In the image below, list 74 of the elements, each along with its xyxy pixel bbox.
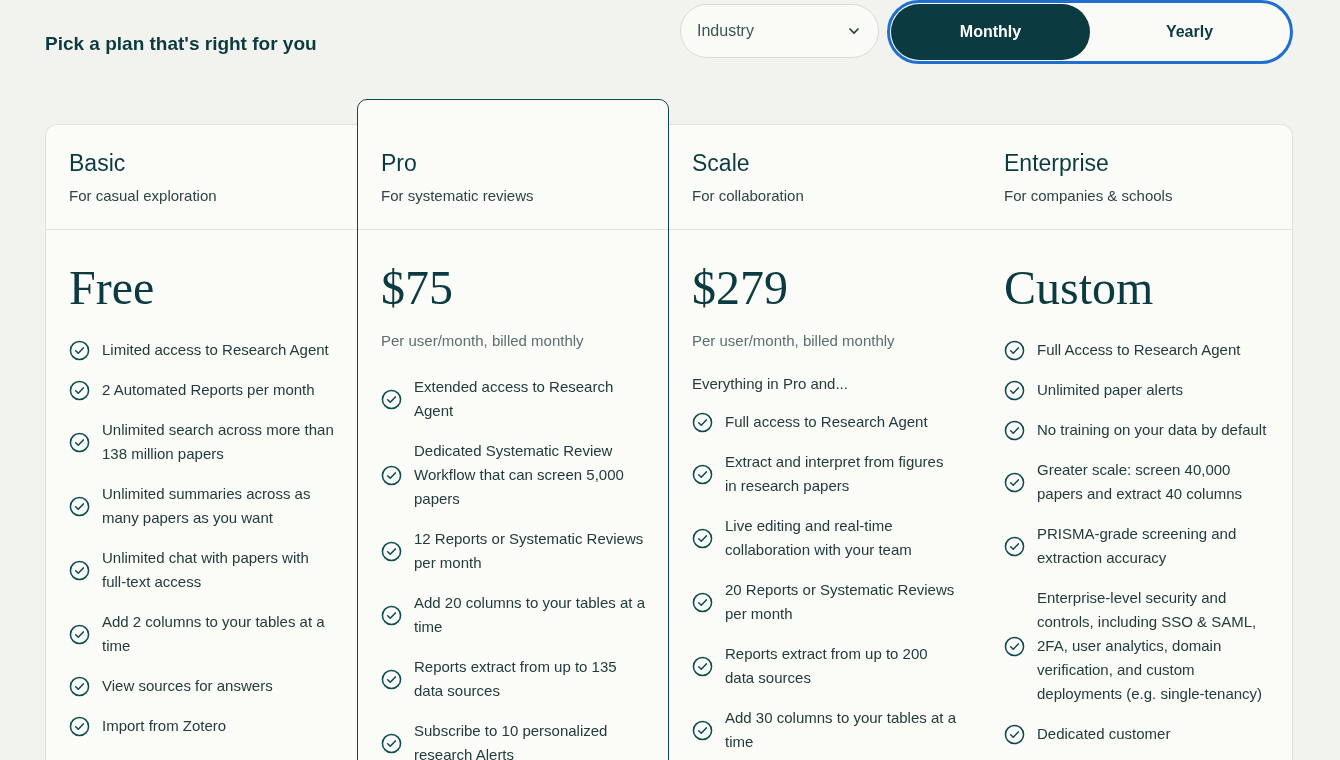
plan-name: Scale — [692, 150, 751, 177]
chevron-down-icon — [848, 27, 860, 35]
feature-text: Extended access to Research Agent — [414, 377, 615, 421]
feature-text: Add 30 columns to your tables at a time — [725, 708, 957, 752]
billing-note: Per user/month, billed monthly — [692, 332, 896, 349]
feature-text: View sources for answers — [102, 676, 273, 696]
feature-text: 2 Automated Reports per month — [102, 380, 315, 400]
feature-text: 12 Reports or Systematic Reviews per month — [414, 529, 645, 573]
plan-name: Enterprise — [1004, 150, 1110, 177]
plan-name: Basic — [69, 150, 127, 177]
feature-text: No training on your data by default — [1037, 420, 1267, 440]
feature-text: Add 2 columns to your tables at a time — [102, 612, 326, 656]
check-circle-icon — [69, 431, 90, 453]
feature-text: PRISMA-grade screening and extraction accuracy — [1037, 524, 1238, 568]
feature-text: Enterprise-level security and controls, including SSO & SAML, 2FA, user analytics, domain verification, and custom deployments (e.g. single-tenancy) — [1037, 588, 1264, 704]
check-circle-icon — [381, 668, 402, 690]
plan-tagline: For casual exploration — [69, 187, 218, 204]
feature-text: Subscribe to 10 personalized research Alerts — [414, 721, 609, 760]
feature-text: Unlimited search across more than 138 million papers — [102, 420, 335, 464]
feature-text: Dedicated Systematic Review Workflow that can screen 5,000 papers — [414, 441, 625, 509]
feature-text: Full Access to Research Agent — [1037, 340, 1241, 360]
plan-price: Free — [69, 260, 156, 316]
check-circle-icon — [69, 559, 90, 581]
check-circle-icon — [69, 675, 90, 697]
feature-text: Reports extract from up to 135 data sources — [414, 657, 618, 701]
check-circle-icon — [692, 527, 713, 549]
feature-text: Add 20 columns to your tables at a time — [414, 593, 646, 637]
plan-price: $75 — [381, 260, 454, 316]
plan-tagline: For systematic reviews — [381, 187, 535, 204]
check-circle-icon — [1004, 339, 1025, 361]
industry-dropdown[interactable]: Industry — [680, 4, 879, 58]
check-circle-icon — [69, 495, 90, 517]
check-circle-icon — [69, 379, 90, 401]
feature-text: Full access to Research Agent — [725, 412, 928, 432]
billing-note: Per user/month, billed monthly — [381, 332, 585, 349]
check-circle-icon — [381, 732, 402, 754]
feature-text: Import from Zotero — [102, 716, 227, 736]
subtitle: Pick a plan that's right for you — [45, 33, 317, 55]
feature-text: Greater scale: screen 40,000 papers and extract 40 columns — [1037, 460, 1244, 504]
plan-tagline: For companies & schools — [1004, 187, 1174, 204]
feature-text: Unlimited paper alerts — [1037, 380, 1183, 400]
check-circle-icon — [69, 623, 90, 645]
feature-text: Limited access to Research Agent — [102, 340, 329, 360]
plan-price: Custom — [1004, 260, 1155, 316]
check-circle-icon — [692, 591, 713, 613]
feature-text: Dedicated customer — [1037, 724, 1171, 744]
plan-price: $279 — [692, 260, 789, 316]
billing-option[interactable]: Monthly — [891, 4, 1090, 60]
check-circle-icon — [381, 604, 402, 626]
check-circle-icon — [692, 655, 713, 677]
check-circle-icon — [692, 463, 713, 485]
check-circle-icon — [381, 388, 402, 410]
check-circle-icon — [1004, 419, 1025, 441]
feature-text: Unlimited chat with papers with full-text access — [102, 548, 310, 592]
check-circle-icon — [1004, 471, 1025, 493]
check-circle-icon — [69, 715, 90, 737]
feature-text: Live editing and real-time collaboration with your team — [725, 516, 913, 560]
check-circle-icon — [381, 464, 402, 486]
plan-intro: Everything in Pro and... — [692, 375, 849, 392]
check-circle-icon — [69, 339, 90, 361]
plan-tagline: For collaboration — [692, 187, 805, 204]
check-circle-icon — [692, 411, 713, 433]
check-circle-icon — [1004, 723, 1025, 745]
feature-text: Reports extract from up to 200 data sources — [725, 644, 929, 688]
check-circle-icon — [1004, 535, 1025, 557]
check-circle-icon — [1004, 635, 1025, 657]
check-circle-icon — [381, 540, 402, 562]
feature-text: Unlimited summaries across as many papers as you want — [102, 484, 312, 528]
check-circle-icon — [1004, 379, 1025, 401]
feature-text: 20 Reports or Systematic Reviews per month — [725, 580, 956, 624]
plan-name: Pro — [381, 150, 418, 177]
billing-option[interactable]: Yearly — [1090, 4, 1289, 60]
feature-text: Extract and interpret from figures in research papers — [725, 452, 945, 496]
check-circle-icon — [692, 719, 713, 741]
